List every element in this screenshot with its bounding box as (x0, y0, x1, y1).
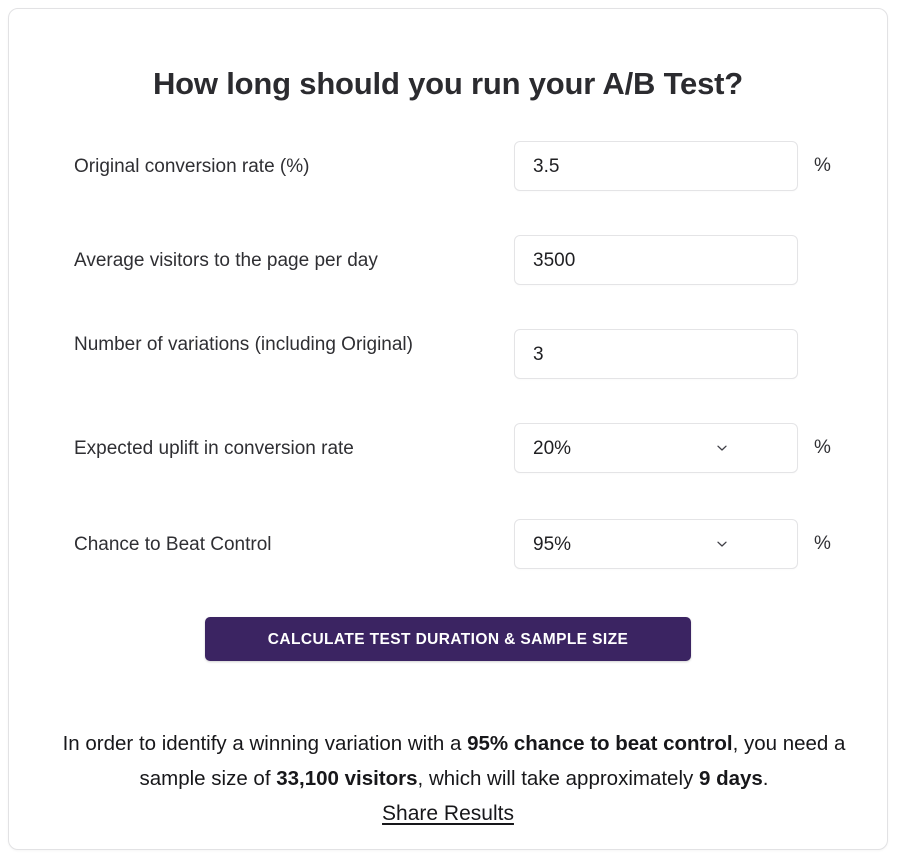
form-row-expected-uplift: Expected uplift in conversion rate 20% % (9, 423, 887, 473)
result-highlight-sample-size: 33,100 visitors (276, 766, 418, 790)
form-row-chance-to-beat-control: Chance to Beat Control 95% % (9, 519, 887, 569)
share-results-link[interactable]: Share Results (382, 802, 514, 826)
suffix-percent-expected-uplift: % (814, 437, 831, 458)
calculate-button[interactable]: CALCULATE TEST DURATION & SAMPLE SIZE (205, 617, 691, 661)
form-row-number-of-variations: Number of variations (including Original… (9, 329, 887, 379)
select-chance-to-beat-control[interactable]: 95% (514, 519, 798, 569)
chevron-down-icon (715, 441, 729, 455)
result-text-part-4: . (762, 766, 769, 790)
input-original-conversion-rate[interactable]: 3.5 (514, 141, 798, 191)
suffix-percent-chance-to-beat-control: % (814, 533, 831, 554)
control-chance-to-beat-control: 95% % (514, 519, 831, 569)
control-expected-uplift: 20% % (514, 423, 831, 473)
chevron-down-icon (715, 537, 729, 551)
form-row-average-visitors: Average visitors to the page per day 350… (9, 235, 887, 285)
calculator-card: How long should you run your A/B Test? O… (8, 8, 888, 850)
ab-test-calculator-page: How long should you run your A/B Test? O… (0, 0, 900, 861)
label-expected-uplift: Expected uplift in conversion rate (74, 438, 354, 459)
result-text-part-1: In order to identify a winning variation… (62, 731, 468, 755)
result-text-part-3: , which will take approximately (417, 766, 699, 790)
suffix-percent-original-conversion-rate: % (814, 155, 831, 176)
label-chance-to-beat-control: Chance to Beat Control (74, 534, 272, 555)
control-original-conversion-rate: 3.5 % (514, 141, 831, 191)
form-row-original-conversion-rate: Original conversion rate (%) 3.5 % (9, 141, 887, 191)
calculator-form: Original conversion rate (%) 3.5 % Avera… (9, 141, 887, 569)
input-value-number-of-variations: 3 (533, 343, 544, 365)
select-expected-uplift[interactable]: 20% (514, 423, 798, 473)
result-summary: In order to identify a winning variation… (54, 726, 854, 796)
input-number-of-variations[interactable]: 3 (514, 329, 798, 379)
label-number-of-variations: Number of variations (including Original… (74, 334, 413, 355)
input-value-average-visitors: 3500 (533, 249, 576, 271)
select-value-expected-uplift: 20% (533, 437, 572, 459)
control-number-of-variations: 3 (514, 329, 798, 379)
result-highlight-chance: 95% chance to beat control (467, 731, 733, 755)
result-highlight-duration: 9 days (698, 766, 763, 790)
input-value-original-conversion-rate: 3.5 (533, 155, 560, 177)
label-average-visitors: Average visitors to the page per day (74, 250, 378, 271)
share-results-container: Share Results (9, 802, 887, 826)
label-original-conversion-rate: Original conversion rate (%) (74, 156, 310, 177)
control-average-visitors: 3500 (514, 235, 798, 285)
select-value-chance-to-beat-control: 95% (533, 533, 572, 555)
input-average-visitors[interactable]: 3500 (514, 235, 798, 285)
page-title: How long should you run your A/B Test? (153, 65, 743, 101)
calculate-button-container: CALCULATE TEST DURATION & SAMPLE SIZE (9, 617, 887, 661)
